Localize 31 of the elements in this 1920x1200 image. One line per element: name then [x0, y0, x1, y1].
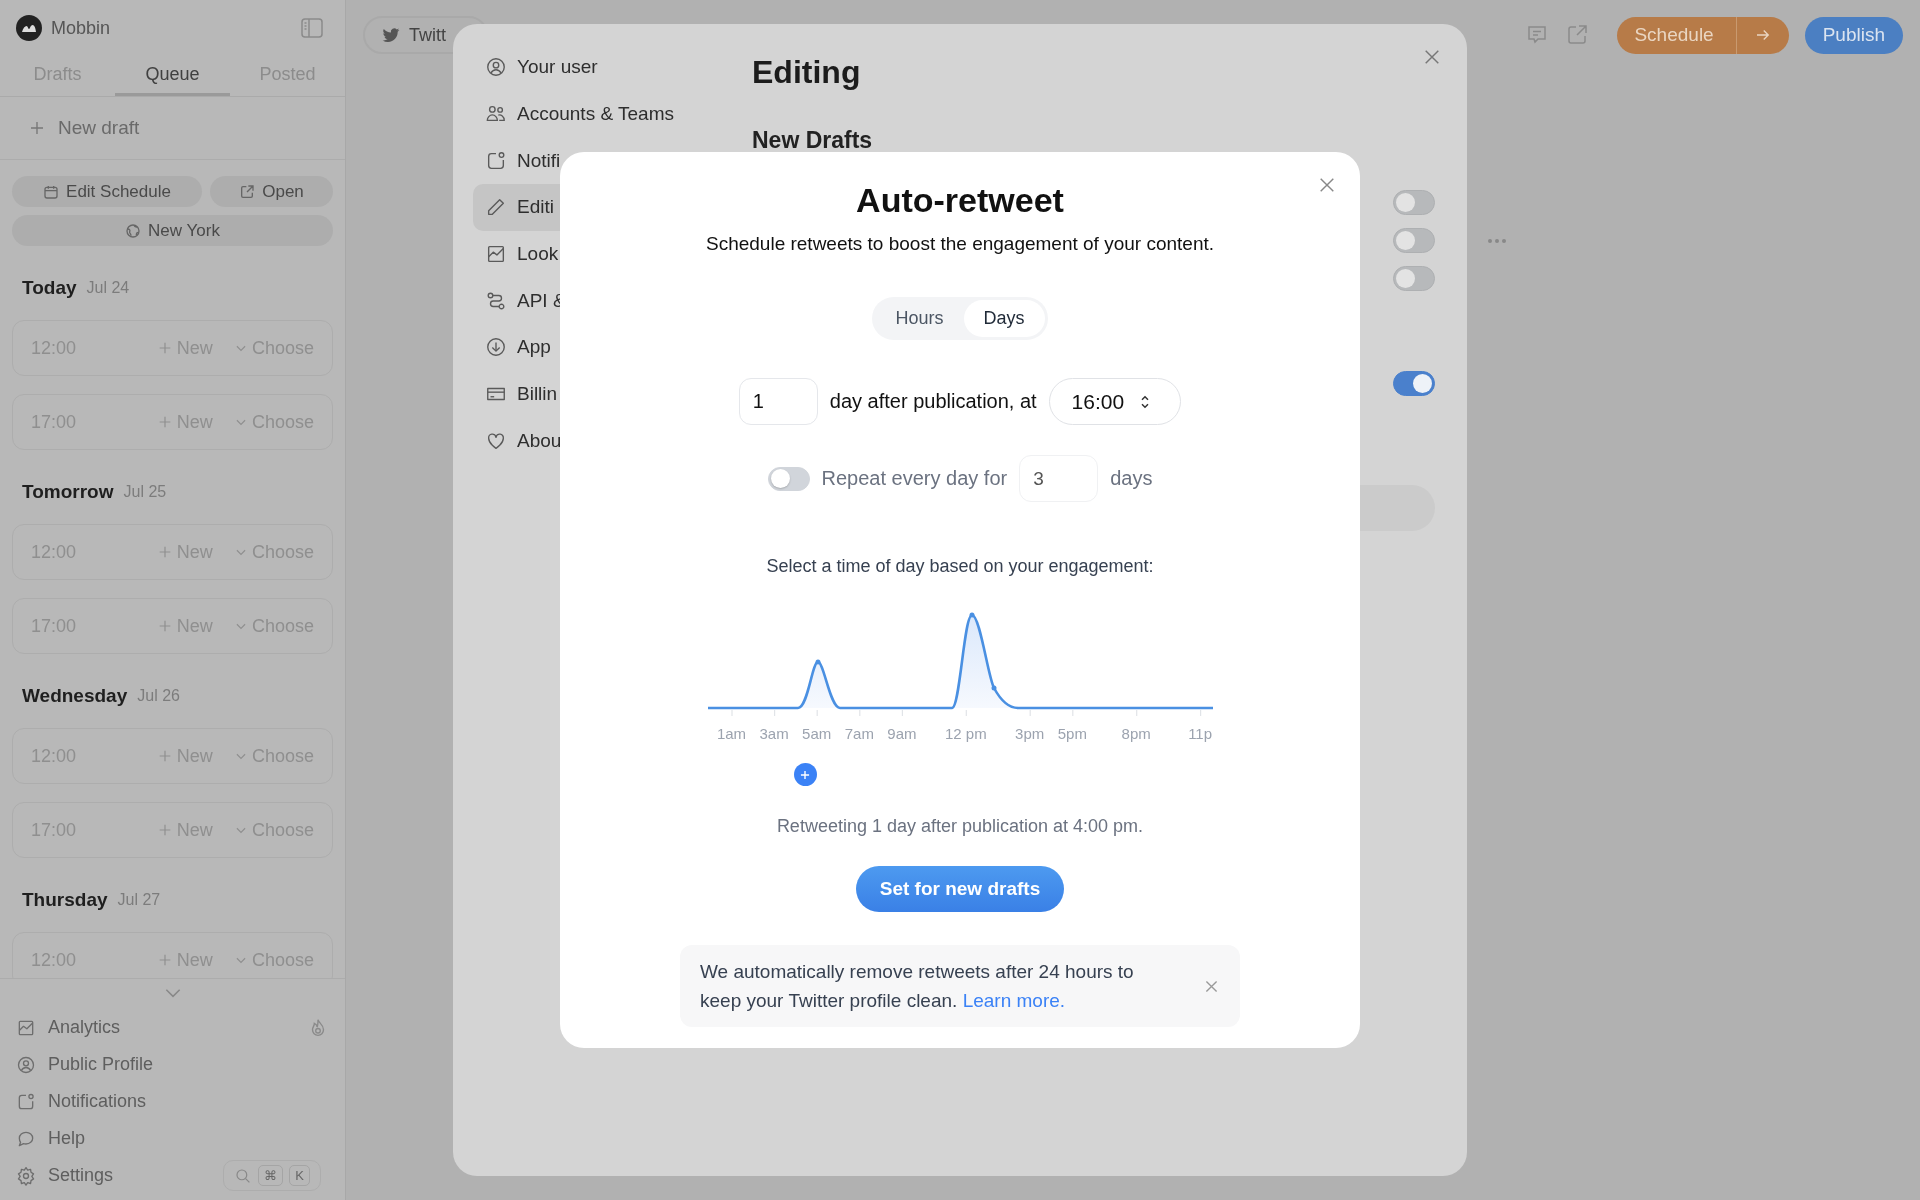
dialog-title: Auto-retweet	[856, 181, 1064, 220]
brand-name: Mobbin	[51, 17, 112, 39]
day-date: Jul 25	[123, 483, 167, 501]
day-date: Jul 27	[117, 891, 161, 909]
time-axis-label: 5am	[802, 725, 832, 742]
day-heading: Thursday	[22, 889, 108, 911]
schedule-summary: Retweeting 1 day after publication at 4:00 pm.	[776, 816, 1144, 837]
chart-prompt: Select a time of day based on your engagement:	[766, 556, 1154, 577]
offset-label: day after publication, at	[829, 390, 1037, 413]
time-axis-label: 3am	[759, 725, 789, 742]
time-axis-label: 9am	[887, 725, 917, 742]
day-date: Jul 26	[137, 687, 180, 705]
time-axis-label: 5pm	[1057, 725, 1087, 742]
section-heading: New Drafts	[752, 127, 874, 154]
day-heading: Today	[22, 277, 77, 299]
day-heading: Tomorrow	[22, 481, 114, 503]
settings-heading: Editing	[752, 54, 862, 91]
dialog-subtitle: Schedule retweets to boost the engagement of your content.	[705, 233, 1215, 255]
day-date: Jul 24	[86, 279, 130, 297]
time-axis-label: 7am	[844, 725, 874, 742]
repeat-unit: days	[1110, 467, 1153, 490]
key-cap: ⌘	[258, 1165, 284, 1186]
time-axis-label: 3pm	[1015, 725, 1045, 742]
day-heading: Wednesday	[22, 685, 128, 707]
time-axis-label: 1am	[716, 725, 747, 742]
key-cap: K	[289, 1165, 310, 1186]
time-axis-label: 12 pm	[944, 725, 987, 742]
time-axis-label: 8pm	[1121, 725, 1151, 742]
notice-text: We automatically remove retweets after 24 hours to keep your Twitter profile clean. Learn more.	[700, 960, 1135, 1013]
repeat-label: Repeat every day for	[821, 467, 1008, 490]
time-axis-label: 11p	[1188, 725, 1213, 742]
